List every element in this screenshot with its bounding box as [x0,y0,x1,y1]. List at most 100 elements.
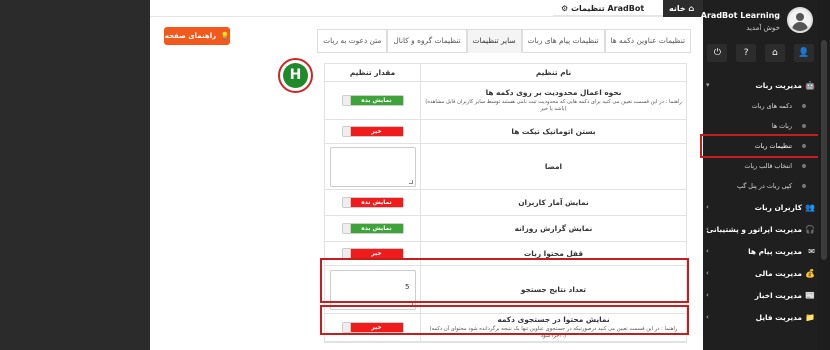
sidebar-item[interactable]: ▾ مدیریت ربات 🤖 [703,74,818,96]
top-bar: ⚙ تنظیمات AradBot Learning خانه ⌂ [150,0,703,30]
menu-icon: 👥 [805,202,815,212]
sidebar-item[interactable]: ‹ کاربران ربات 👥 [703,196,818,218]
setting-textarea[interactable] [329,146,416,187]
table-row: خیر بستن اتوماتیک تیکت ها [325,120,686,144]
tab-item[interactable]: تنظیمات عناوین دکمه ها [604,29,691,53]
sidebar-subitem-label: کپی ربات در پنل گپ [736,182,792,190]
sidebar-subitem[interactable]: ربات ها [703,116,818,136]
tab-item[interactable]: سایر تنظیمات [466,29,522,53]
sidebar-subtitle: خوش آمدید [746,24,780,32]
avatar[interactable] [787,7,813,33]
sidebar-subitem[interactable]: دکمه های ربات [703,96,818,116]
setting-name: نمایش گزارش روزانه [514,224,593,233]
column-value-header: مقدار تنظیم [325,64,421,81]
settings-tabs: تنظیمات عناوین دکمه ها تنظیمات پیام های ر… [317,29,691,53]
setting-toggle[interactable]: نمایش بده [341,223,404,234]
setting-name: بستن اتوماتیک تیکت ها [511,127,596,136]
toggle-label: نمایش نده [350,198,403,207]
setting-toggle[interactable]: نمایش بده [341,95,404,106]
sidebar-item[interactable]: ‹ مدیریت مالی 💰 [703,262,818,284]
brand-logo: H [283,63,308,88]
setting-name-cell: نحوه اعمال محدودیت بر روی دکمه ها (راهنما… [421,82,686,119]
toggle-knob [342,127,351,136]
setting-description: (راهنما : در این قسمت تعیین می کنید برای… [425,99,682,112]
setting-value-cell [325,144,421,189]
table-row: نمایش نده نمایش آمار کاربران [325,190,686,216]
home-icon[interactable]: ⌂ [764,44,785,62]
chevron-left-icon: ‹ [706,313,709,321]
sidebar-item-label: کاربران ربات [754,202,802,212]
table-header: مقدار تنظیم نام تنظیم [325,64,686,82]
scrollbar-thumb[interactable] [821,40,827,260]
toggle-knob [342,96,351,105]
table-row: امضا [325,144,686,190]
menu-icon: 📰 [805,290,815,300]
setting-value-cell: نمایش نده [325,190,421,215]
setting-value-cell: نمایش بده [325,216,421,241]
sidebar-item-label: مدیریت پیام ها [748,246,802,256]
highlight-search-results-count [320,258,689,303]
sidebar-menu: ▾ مدیریت ربات 🤖 دکمه های ربات ربات ها تنظیمات… [703,74,818,328]
resize-grip-icon[interactable] [408,179,413,184]
sidebar-item[interactable]: ‹ مدیریت پیام ها ✉ [703,240,818,262]
menu-icon: 💰 [805,268,815,278]
sidebar-item[interactable]: ‹ مدیریت اپراتور و پشتیبانی 🎧 [703,218,818,240]
sidebar-subitem-label: ربات ها [771,122,792,130]
toggle-label: نمایش بده [350,224,403,233]
chevron-left-icon: ‹ [706,291,709,299]
setting-name-cell: امضا [421,144,686,189]
sidebar-item-label: مدیریت اپراتور و پشتیبانی [706,224,802,234]
tab-item[interactable]: متن دعوت به ربات [317,29,388,53]
setting-value-cell: خیر [325,120,421,143]
setting-value-cell: نمایش بده [325,82,421,119]
highlight-bot-settings-menu [700,134,826,158]
toggle-knob [342,249,351,258]
sidebar-item-label: مدیریت اخبار [754,290,802,300]
sidebar-subitem-label: دکمه های ربات [751,102,792,110]
info-icon[interactable]: ? [736,44,757,62]
sidebar-subitem[interactable]: انتخاب قالب ربات [703,156,818,176]
toggle-label: خیر [350,127,403,136]
user-settings-icon[interactable]: 👤 [793,44,814,62]
setting-name-cell: نمایش آمار کاربران [421,190,686,215]
home-icon: ⌂ [688,4,695,13]
sidebar-title: AradBot Learning [700,11,780,20]
menu-icon: 📁 [805,312,815,322]
setting-toggle[interactable]: نمایش نده [341,197,404,208]
sidebar-item[interactable]: ‹ مدیریت فایل 📁 [703,306,818,328]
home-label: خانه [669,4,686,13]
dot-icon [802,164,806,168]
setting-name: قفل محتوا ربات [523,249,584,258]
toggle-label: خیر [350,249,403,258]
setting-toggle[interactable]: خیر [341,126,404,137]
left-margin [0,0,150,350]
sidebar-subitem-label: انتخاب قالب ربات [744,162,792,170]
chevron-left-icon: ‹ [706,269,709,277]
sidebar-item-label: مدیریت مالی [755,268,802,278]
tab-item[interactable]: تنظیمات گروه و کانال [387,29,467,53]
setting-name: نحوه اعمال محدودیت بر روی دکمه ها [485,88,622,97]
chevron-left-icon: ‹ [706,203,709,211]
sidebar-item[interactable]: ‹ مدیریت اخبار 📰 [703,284,818,306]
dot-icon [802,124,806,128]
toggle-knob [342,198,351,207]
sidebar-subitem[interactable]: کپی ربات در پنل گپ [703,176,818,196]
tab-home[interactable]: خانه ⌂ [663,0,703,17]
sidebar-item-label: مدیریت ربات [755,80,802,90]
tab-bot-settings[interactable]: ⚙ تنظیمات AradBot Learning [553,0,663,30]
setting-name-cell: نمایش گزارش روزانه [421,216,686,241]
chevron-down-icon: ▾ [706,81,710,89]
power-icon[interactable]: ⏻ [707,44,728,62]
tab-item[interactable]: تنظیمات پیام های ربات [521,29,605,53]
table-row: نمایش بده نحوه اعمال محدودیت بر روی دکمه … [325,82,686,120]
menu-icon: 🎧 [805,224,815,234]
table-row: نمایش بده نمایش گزارش روزانه [325,216,686,242]
dot-icon [802,104,806,108]
sidebar-item-label: مدیریت فایل [755,312,802,322]
sidebar-quick-icons: ⏻ ? ⌂ 👤 [703,42,818,64]
highlight-show-content-in-search [320,305,689,335]
help-button-label: راهنمای صفحه [164,32,217,40]
page-help-button[interactable]: راهنمای صفحه 💡 [164,27,230,45]
setting-name: نمایش آمار کاربران [518,198,589,207]
setting-name-cell: بستن اتوماتیک تیکت ها [421,120,686,143]
